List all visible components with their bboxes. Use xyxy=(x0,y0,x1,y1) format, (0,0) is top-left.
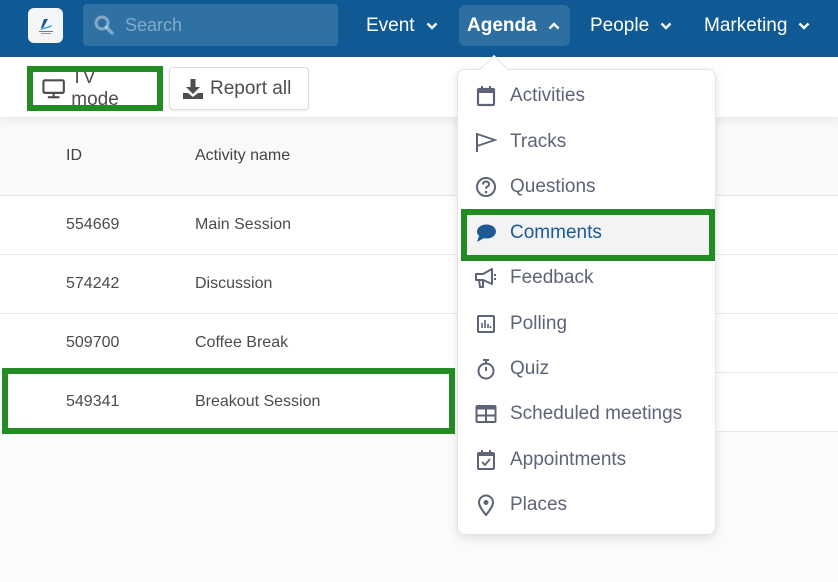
stopwatch-icon xyxy=(475,358,497,380)
app-logo[interactable] xyxy=(28,8,63,43)
nav-event[interactable]: Event xyxy=(358,5,446,46)
nav-marketing-label: Marketing xyxy=(704,14,788,36)
megaphone-icon xyxy=(475,267,497,289)
download-icon xyxy=(183,78,203,99)
report-all-label: Report all xyxy=(210,77,292,99)
row-activity-name: Main Session xyxy=(195,216,292,233)
nav-marketing[interactable]: Marketing xyxy=(696,5,818,46)
column-header-id[interactable]: ID xyxy=(66,147,82,165)
flag-icon xyxy=(475,131,497,153)
search-input[interactable] xyxy=(125,14,325,36)
menu-item-label: Tracks xyxy=(510,131,567,152)
menu-item-polling[interactable]: Polling xyxy=(458,302,715,346)
nav-people[interactable]: People xyxy=(582,5,680,46)
monitor-icon xyxy=(42,78,65,98)
chevron-down-icon xyxy=(799,22,810,30)
row-id: 509700 xyxy=(66,334,120,351)
menu-item-appointments[interactable]: Appointments xyxy=(458,438,715,482)
agenda-dropdown-menu: Activities Tracks Questions Comments Fee… xyxy=(457,69,716,535)
row-id: 554669 xyxy=(66,216,120,233)
menu-item-comments[interactable]: Comments xyxy=(466,211,712,255)
menu-item-quiz[interactable]: Quiz xyxy=(458,347,715,391)
menu-item-label: Polling xyxy=(510,313,568,334)
question-circle-icon xyxy=(475,176,497,198)
search-icon xyxy=(94,15,114,35)
menu-item-label: Quiz xyxy=(510,358,550,379)
row-id: 574242 xyxy=(66,275,120,292)
menu-item-label: Activities xyxy=(510,85,585,106)
menu-item-places[interactable]: Places xyxy=(458,483,715,527)
menu-item-label: Comments xyxy=(510,222,602,243)
chevron-down-icon xyxy=(426,22,437,30)
menu-item-label: Appointments xyxy=(510,449,627,470)
map-pin-icon xyxy=(475,494,497,516)
menu-item-label: Questions xyxy=(510,176,596,197)
nav-event-label: Event xyxy=(366,14,415,36)
tv-mode-button[interactable]: TV mode xyxy=(34,67,158,110)
comment-icon xyxy=(475,222,497,244)
row-id: 549341 xyxy=(66,393,120,410)
poll-chart-icon xyxy=(475,313,497,335)
top-navigation-bar: Event Agenda People Marketing xyxy=(0,0,838,57)
logo-icon xyxy=(38,18,53,34)
search-box[interactable] xyxy=(83,4,338,46)
nav-agenda[interactable]: Agenda xyxy=(459,5,570,46)
menu-item-questions[interactable]: Questions xyxy=(458,165,715,209)
menu-item-feedback[interactable]: Feedback xyxy=(458,256,715,300)
column-header-activity-name[interactable]: Activity name xyxy=(195,147,290,165)
menu-item-label: Feedback xyxy=(510,267,594,288)
calendar-check-icon xyxy=(475,449,497,471)
row-activity-name: Discussion xyxy=(195,275,273,292)
nav-agenda-label: Agenda xyxy=(467,14,537,36)
nav-people-label: People xyxy=(590,14,650,36)
menu-item-label: Places xyxy=(510,494,568,515)
menu-item-label: Scheduled meetings xyxy=(510,403,683,424)
row-activity-name: Coffee Break xyxy=(195,334,289,351)
chevron-down-icon xyxy=(660,22,672,30)
menu-item-scheduled-meetings[interactable]: Scheduled meetings xyxy=(458,392,715,436)
report-all-button[interactable]: Report all xyxy=(169,67,309,110)
row-activity-name: Breakout Session xyxy=(195,393,321,410)
calendar-icon xyxy=(475,85,497,107)
chevron-up-icon xyxy=(548,21,560,29)
menu-item-tracks[interactable]: Tracks xyxy=(458,120,715,164)
table-grid-icon xyxy=(475,403,497,425)
tv-mode-label: TV mode xyxy=(71,66,119,110)
